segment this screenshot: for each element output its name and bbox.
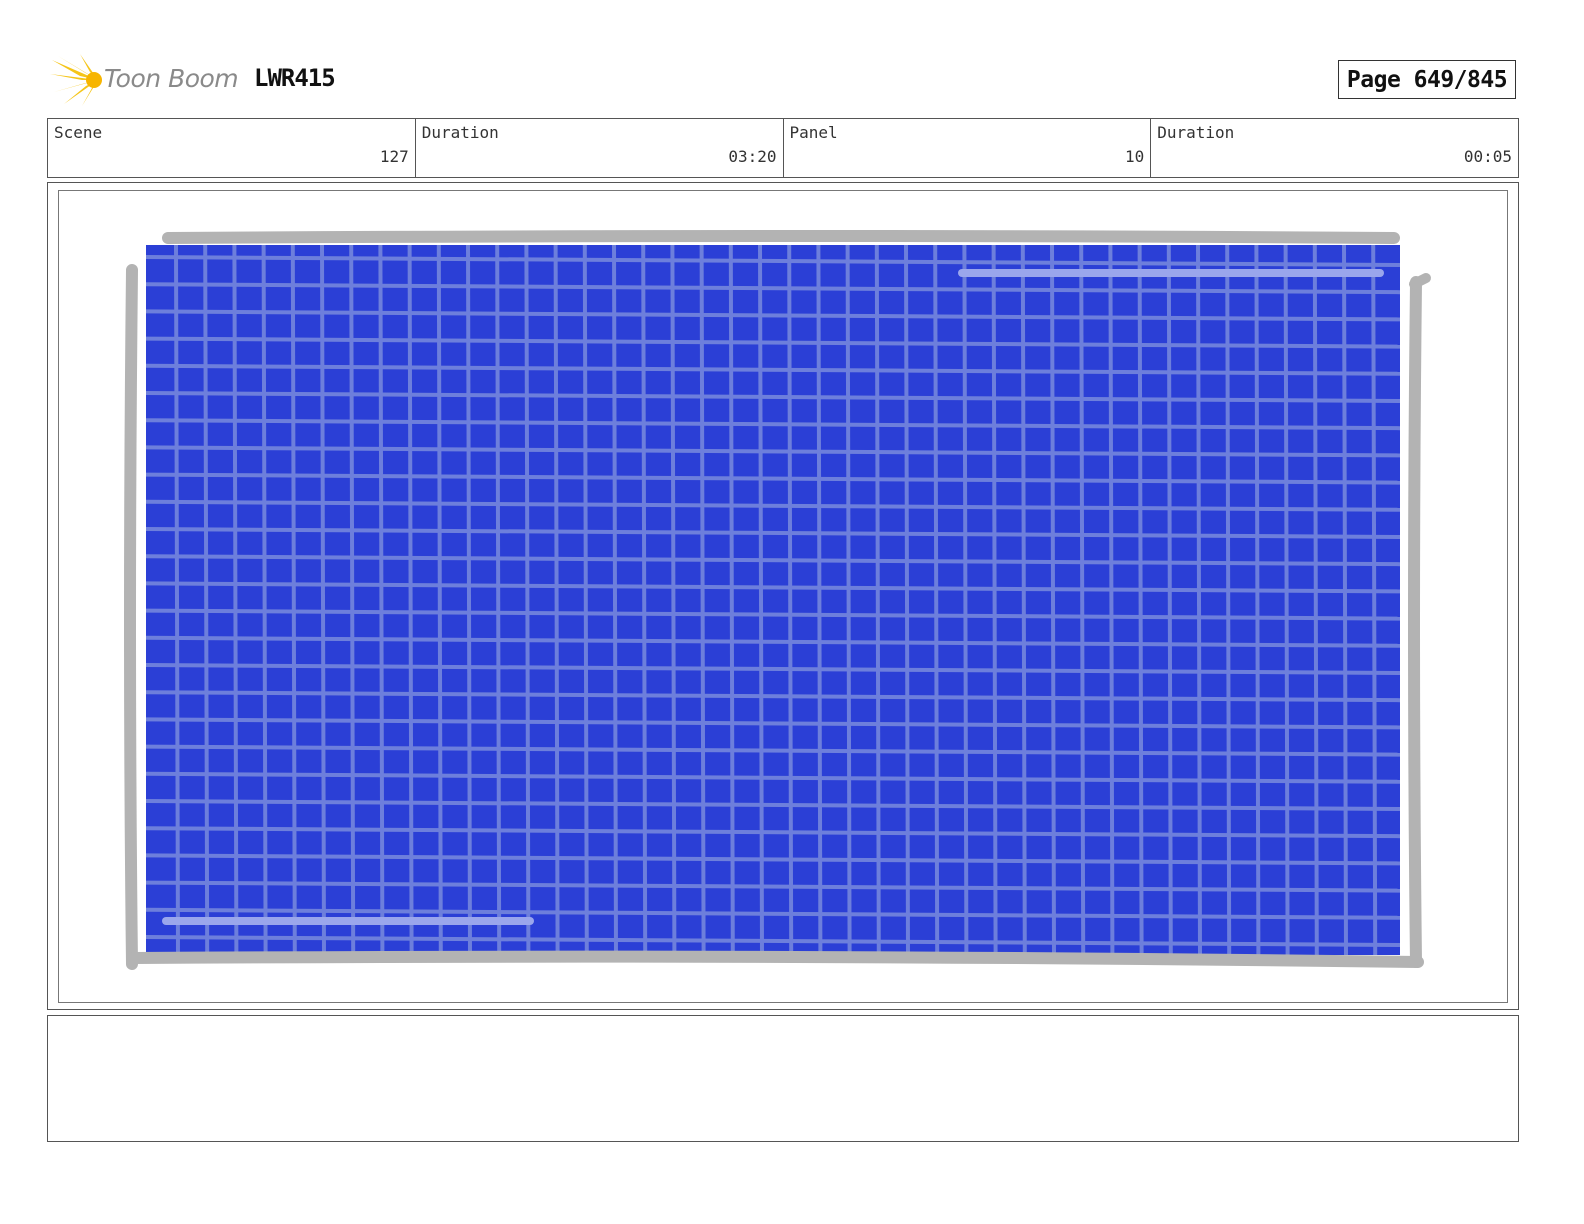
- grid-line-vertical: [436, 244, 443, 956]
- scene-label: Scene: [54, 123, 103, 142]
- grid-line-vertical: [1166, 244, 1173, 956]
- grid-line-vertical: [203, 244, 210, 956]
- frame-stroke-right: [1408, 276, 1422, 968]
- panel-blue-fill: [146, 245, 1400, 955]
- grid-line-vertical: [728, 244, 735, 956]
- notes-box: [47, 1015, 1519, 1142]
- panel-duration-cell: Duration 00:05: [1151, 119, 1518, 177]
- grid-line-vertical: [1312, 244, 1319, 956]
- grid-line-vertical: [1020, 244, 1027, 956]
- grid-line-vertical: [582, 244, 589, 956]
- scene-duration-label: Duration: [421, 123, 499, 142]
- grid-line-vertical: [1254, 244, 1261, 956]
- grid-line-vertical: [232, 244, 239, 956]
- grid-line-vertical: [1283, 244, 1290, 956]
- grid-line-vertical: [1342, 244, 1348, 956]
- panel-label: Panel: [789, 123, 838, 142]
- grid-line-vertical: [261, 244, 268, 956]
- grid-line-vertical: [524, 244, 531, 956]
- grid-line-vertical: [699, 244, 706, 956]
- project-id: LWR415: [254, 64, 336, 92]
- grid-line-vertical: [1225, 244, 1232, 956]
- grid-line-vertical: [1079, 244, 1086, 956]
- grid-line-vertical: [1050, 244, 1056, 956]
- grid-line-vertical: [1196, 244, 1202, 956]
- grid-line-vertical: [1137, 244, 1144, 956]
- grid-line-vertical: [904, 244, 910, 956]
- grid-line-vertical: [349, 244, 356, 956]
- panel-duration-label: Duration: [1157, 123, 1235, 142]
- grid-line-vertical: [320, 244, 326, 956]
- grid-line-vertical: [962, 244, 969, 956]
- grid-line-vertical: [991, 244, 998, 956]
- frame-stroke-top: [162, 230, 1400, 244]
- grid-line-vertical: [407, 244, 414, 956]
- grid-line-vertical: [553, 244, 560, 956]
- scene-value: 127: [379, 147, 409, 166]
- grid-line-vertical: [1108, 244, 1115, 956]
- scene-cell: Scene 127: [48, 119, 416, 177]
- grid-line-vertical: [845, 244, 852, 956]
- grid-line-vertical: [174, 244, 180, 956]
- grid-line-vertical: [641, 244, 648, 956]
- grid-line-vertical: [466, 244, 472, 956]
- panel-info-row: Scene 127 Duration 03:20 Panel 10 Durati…: [47, 118, 1519, 178]
- frame-stroke-right-hook: [1409, 273, 1431, 289]
- panel-drawing: [124, 230, 1431, 970]
- grid-line-vertical: [787, 244, 794, 956]
- logo-text: Toon Boom: [104, 64, 239, 93]
- panel-duration-value: 00:05: [1463, 147, 1512, 166]
- grid-line-vertical: [933, 244, 940, 956]
- grid-line-vertical: [612, 244, 618, 956]
- grid-line-vertical: [495, 244, 502, 956]
- grid-line-vertical: [816, 244, 823, 956]
- page-indicator: Page 649/845: [1338, 60, 1516, 99]
- frame-stroke-left: [124, 264, 138, 970]
- panel-value: 10: [1124, 147, 1145, 166]
- panel-cell: Panel 10: [784, 119, 1152, 177]
- grid-line-vertical: [378, 244, 385, 956]
- scene-duration-value: 03:20: [728, 147, 777, 166]
- grid-line-vertical: [874, 244, 881, 956]
- grid-line-vertical: [758, 244, 764, 956]
- grid-line-vertical: [670, 244, 677, 956]
- frame-stroke-bottom: [128, 950, 1424, 968]
- grid-line-vertical: [290, 244, 297, 956]
- grid-line-vertical: [1371, 244, 1378, 956]
- scene-duration-cell: Duration 03:20: [416, 119, 784, 177]
